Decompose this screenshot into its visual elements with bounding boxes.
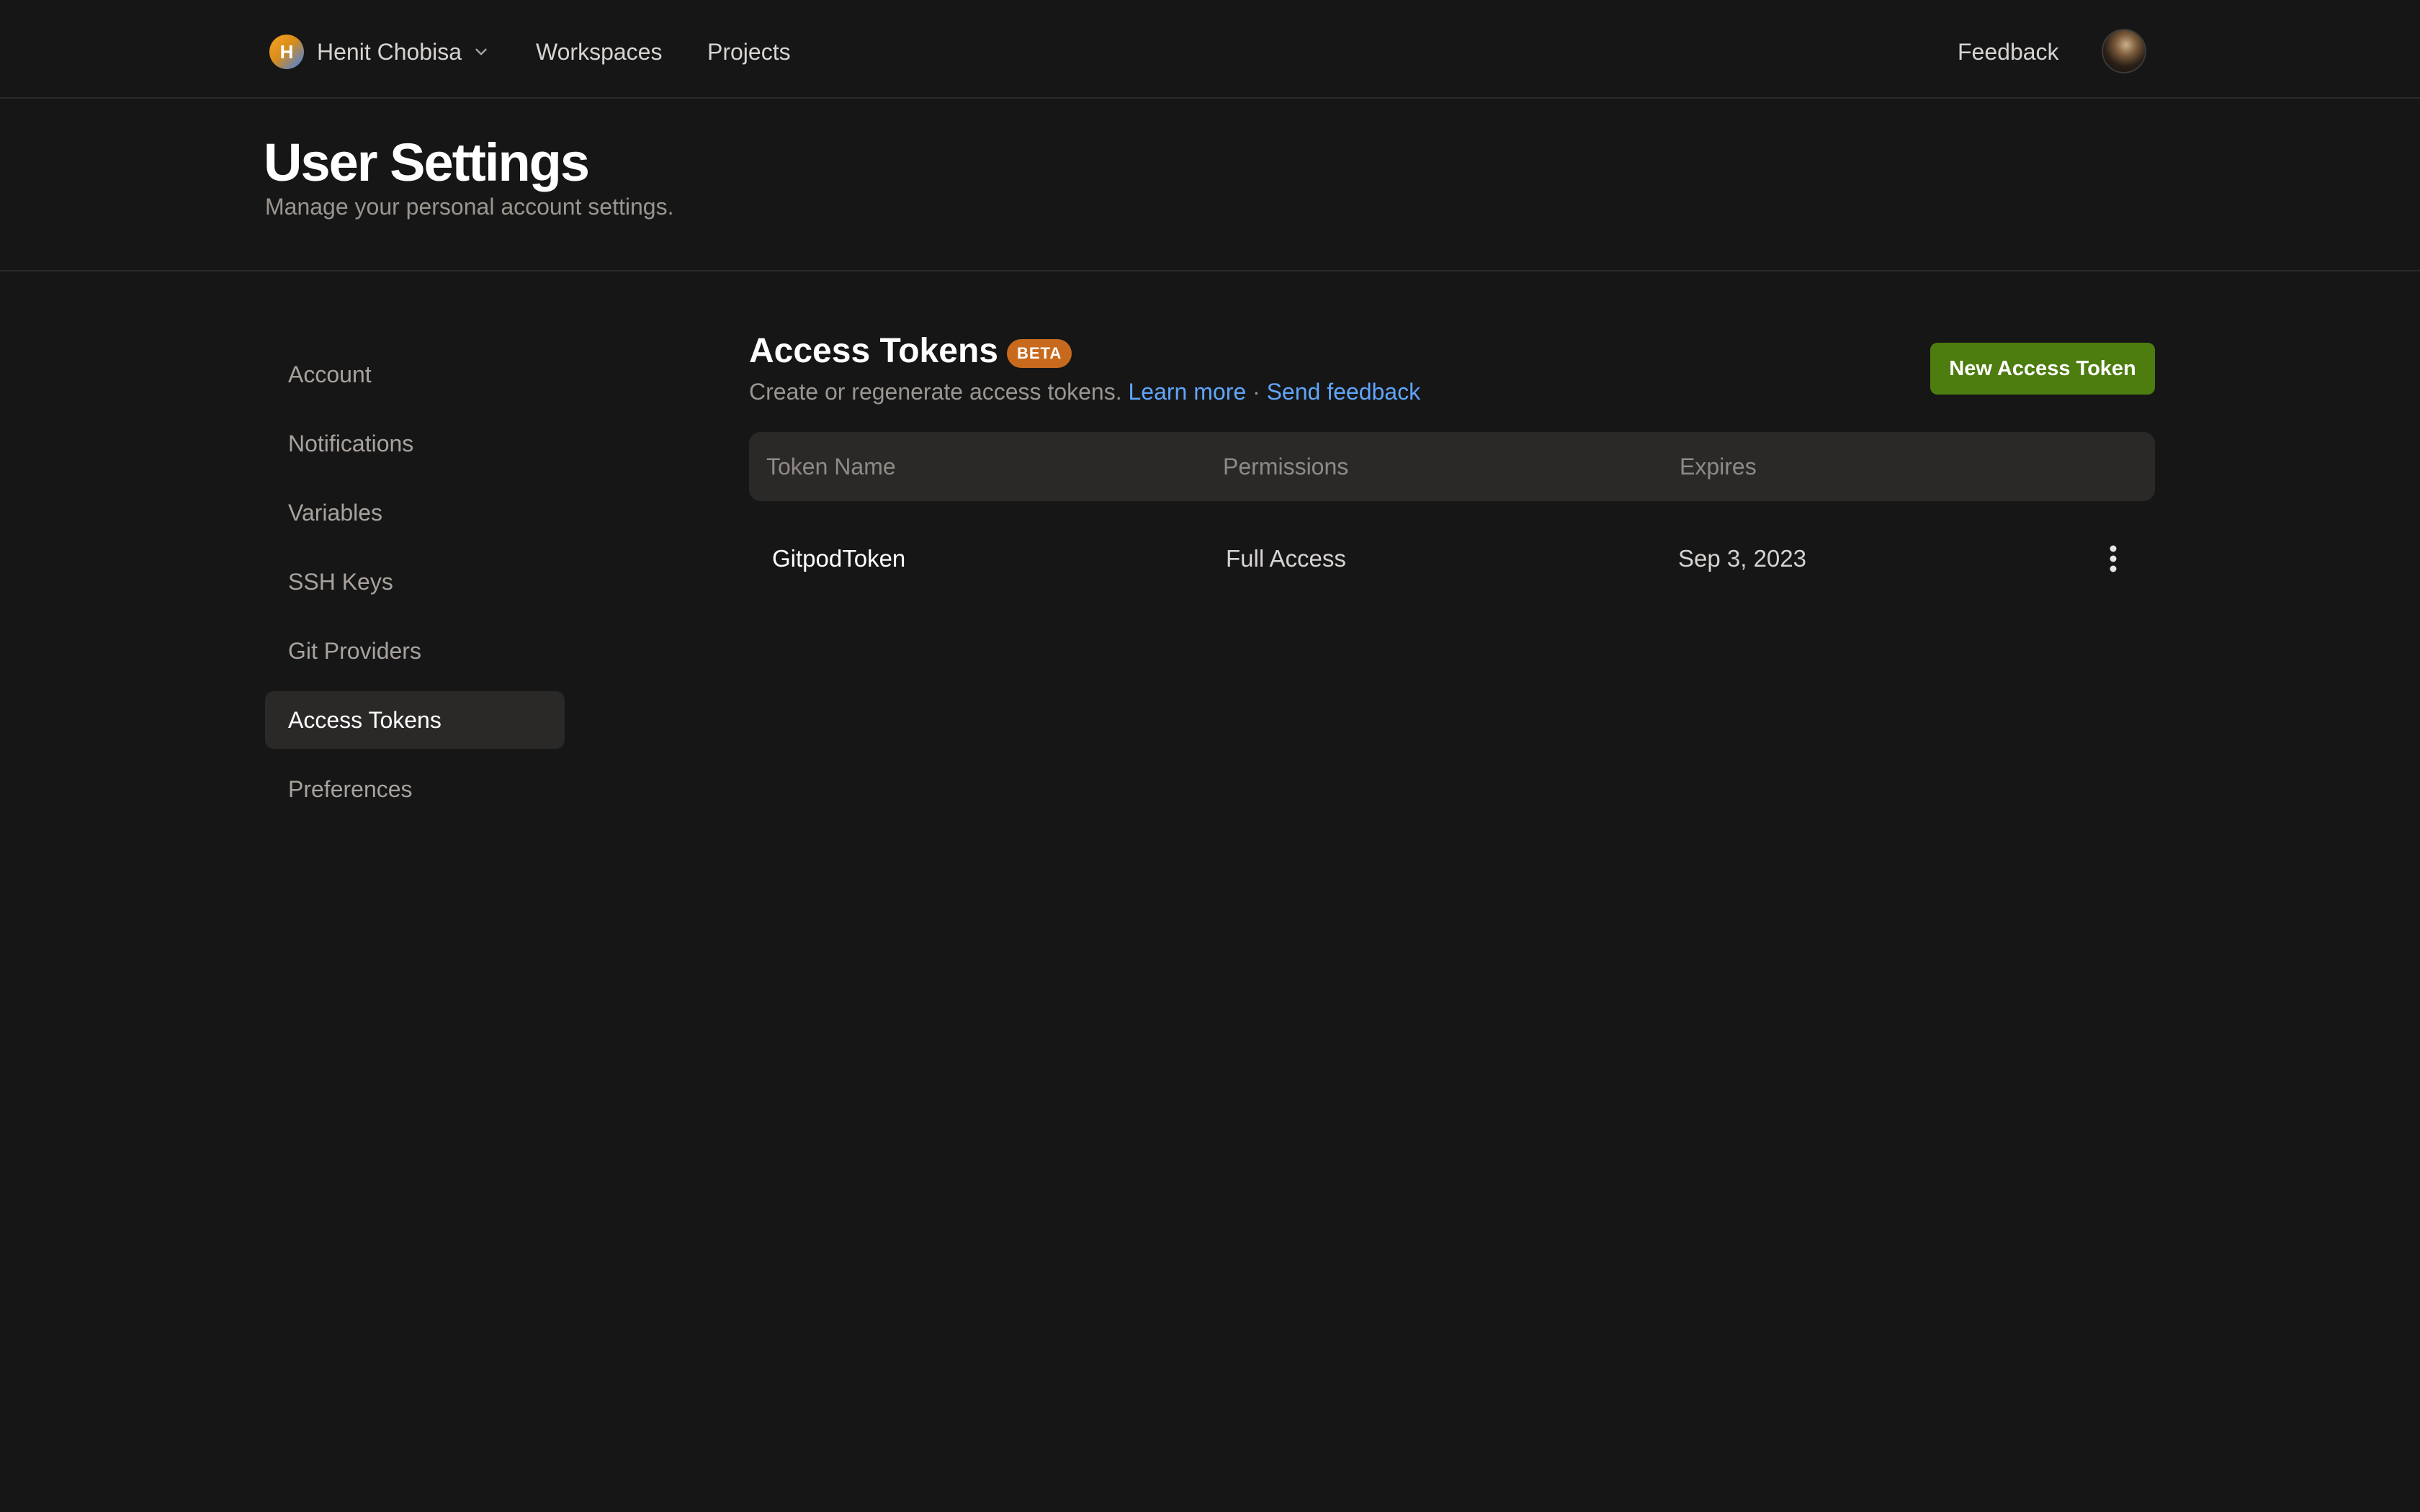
token-permissions: Full Access	[1226, 545, 1346, 572]
column-header-token-name: Token Name	[766, 454, 896, 480]
column-header-expires: Expires	[1680, 454, 1757, 480]
page-title: User Settings	[264, 132, 590, 192]
sidebar-item-preferences[interactable]: Preferences	[265, 760, 565, 818]
learn-more-link[interactable]: Learn more	[1129, 379, 1247, 405]
sidebar-item-git-providers[interactable]: Git Providers	[265, 622, 565, 680]
org-avatar: H	[269, 35, 304, 69]
send-feedback-link[interactable]: Send feedback	[1267, 379, 1421, 405]
top-navigation: H Henit Chobisa Workspaces Projects Feed…	[0, 0, 2420, 99]
description-text: Create or regenerate access tokens.	[749, 379, 1122, 405]
page-subtitle: Manage your personal account settings.	[265, 194, 674, 220]
nav-link-workspaces[interactable]: Workspaces	[536, 36, 662, 68]
table-row: GitpodToken Full Access Sep 3, 2023	[749, 518, 2155, 599]
sidebar-item-ssh-keys[interactable]: SSH Keys	[265, 553, 565, 611]
section-title-text: Access Tokens	[749, 332, 998, 370]
settings-sidebar: Account Notifications Variables SSH Keys…	[265, 346, 565, 829]
separator-dot: ·	[1252, 379, 1260, 405]
column-header-permissions: Permissions	[1223, 454, 1349, 480]
user-avatar[interactable]	[2102, 29, 2146, 73]
nav-link-projects[interactable]: Projects	[707, 36, 791, 68]
sidebar-item-variables[interactable]: Variables	[265, 484, 565, 541]
feedback-link[interactable]: Feedback	[1958, 36, 2059, 68]
beta-badge: BETA	[1006, 339, 1072, 368]
new-access-token-button[interactable]: New Access Token	[1930, 343, 2155, 395]
tokens-table-header: Token Name Permissions Expires	[749, 432, 2155, 501]
org-name: Henit Chobisa	[317, 38, 462, 65]
sidebar-item-notifications[interactable]: Notifications	[265, 415, 565, 472]
kebab-dots	[2110, 545, 2117, 572]
section-description: Create or regenerate access tokens. Lear…	[749, 377, 1420, 406]
sidebar-item-account[interactable]: Account	[265, 346, 565, 403]
org-switcher[interactable]: H Henit Chobisa	[269, 32, 490, 71]
chevron-down-icon	[475, 48, 487, 55]
sidebar-item-access-tokens[interactable]: Access Tokens	[265, 691, 565, 749]
section-title: Access Tokens BETA	[749, 328, 1072, 374]
kebab-menu-icon[interactable]	[2096, 540, 2130, 577]
token-expires: Sep 3, 2023	[1678, 545, 1806, 572]
page-header: User Settings Manage your personal accou…	[0, 99, 2420, 271]
token-name: GitpodToken	[772, 545, 906, 572]
